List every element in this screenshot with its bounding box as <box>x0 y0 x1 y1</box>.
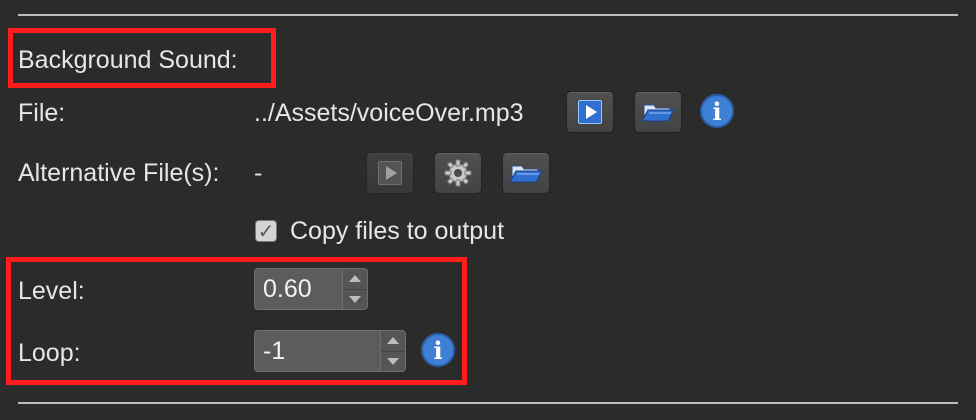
alternative-files-label: Alternative File(s): <box>18 159 220 187</box>
loop-increment[interactable] <box>381 331 405 351</box>
play-file-button[interactable] <box>566 91 614 133</box>
play-icon <box>578 100 602 124</box>
play-alternative-button[interactable] <box>366 152 414 194</box>
level-label: Level: <box>18 277 85 305</box>
alternative-files-value: - <box>254 159 263 187</box>
section-title: Background Sound: <box>18 46 238 74</box>
loop-info-icon[interactable]: i <box>421 333 455 367</box>
alternative-settings-button[interactable] <box>434 152 482 194</box>
level-increment[interactable] <box>343 269 367 289</box>
top-divider <box>18 14 958 16</box>
level-input[interactable]: 0.60 <box>254 268 342 310</box>
folder-open-icon <box>509 165 543 183</box>
loop-stepper[interactable] <box>380 330 406 372</box>
file-path: ../Assets/voiceOver.mp3 <box>254 99 524 127</box>
file-label: File: <box>18 99 66 127</box>
copy-files-label: Copy files to output <box>290 217 505 245</box>
bottom-divider <box>18 402 958 404</box>
open-alternative-button[interactable] <box>502 152 550 194</box>
play-icon <box>378 161 402 185</box>
loop-label: Loop: <box>18 339 81 367</box>
level-decrement[interactable] <box>343 288 367 310</box>
copy-files-checkbox[interactable]: ✓ <box>255 220 277 242</box>
level-stepper[interactable] <box>342 268 368 310</box>
file-info-icon[interactable]: i <box>700 94 734 128</box>
open-file-button[interactable] <box>634 91 682 133</box>
loop-decrement[interactable] <box>381 350 405 372</box>
checkmark-icon: ✓ <box>257 219 275 243</box>
loop-input[interactable]: -1 <box>254 330 380 372</box>
gear-icon <box>444 159 472 187</box>
folder-open-icon <box>641 104 675 122</box>
